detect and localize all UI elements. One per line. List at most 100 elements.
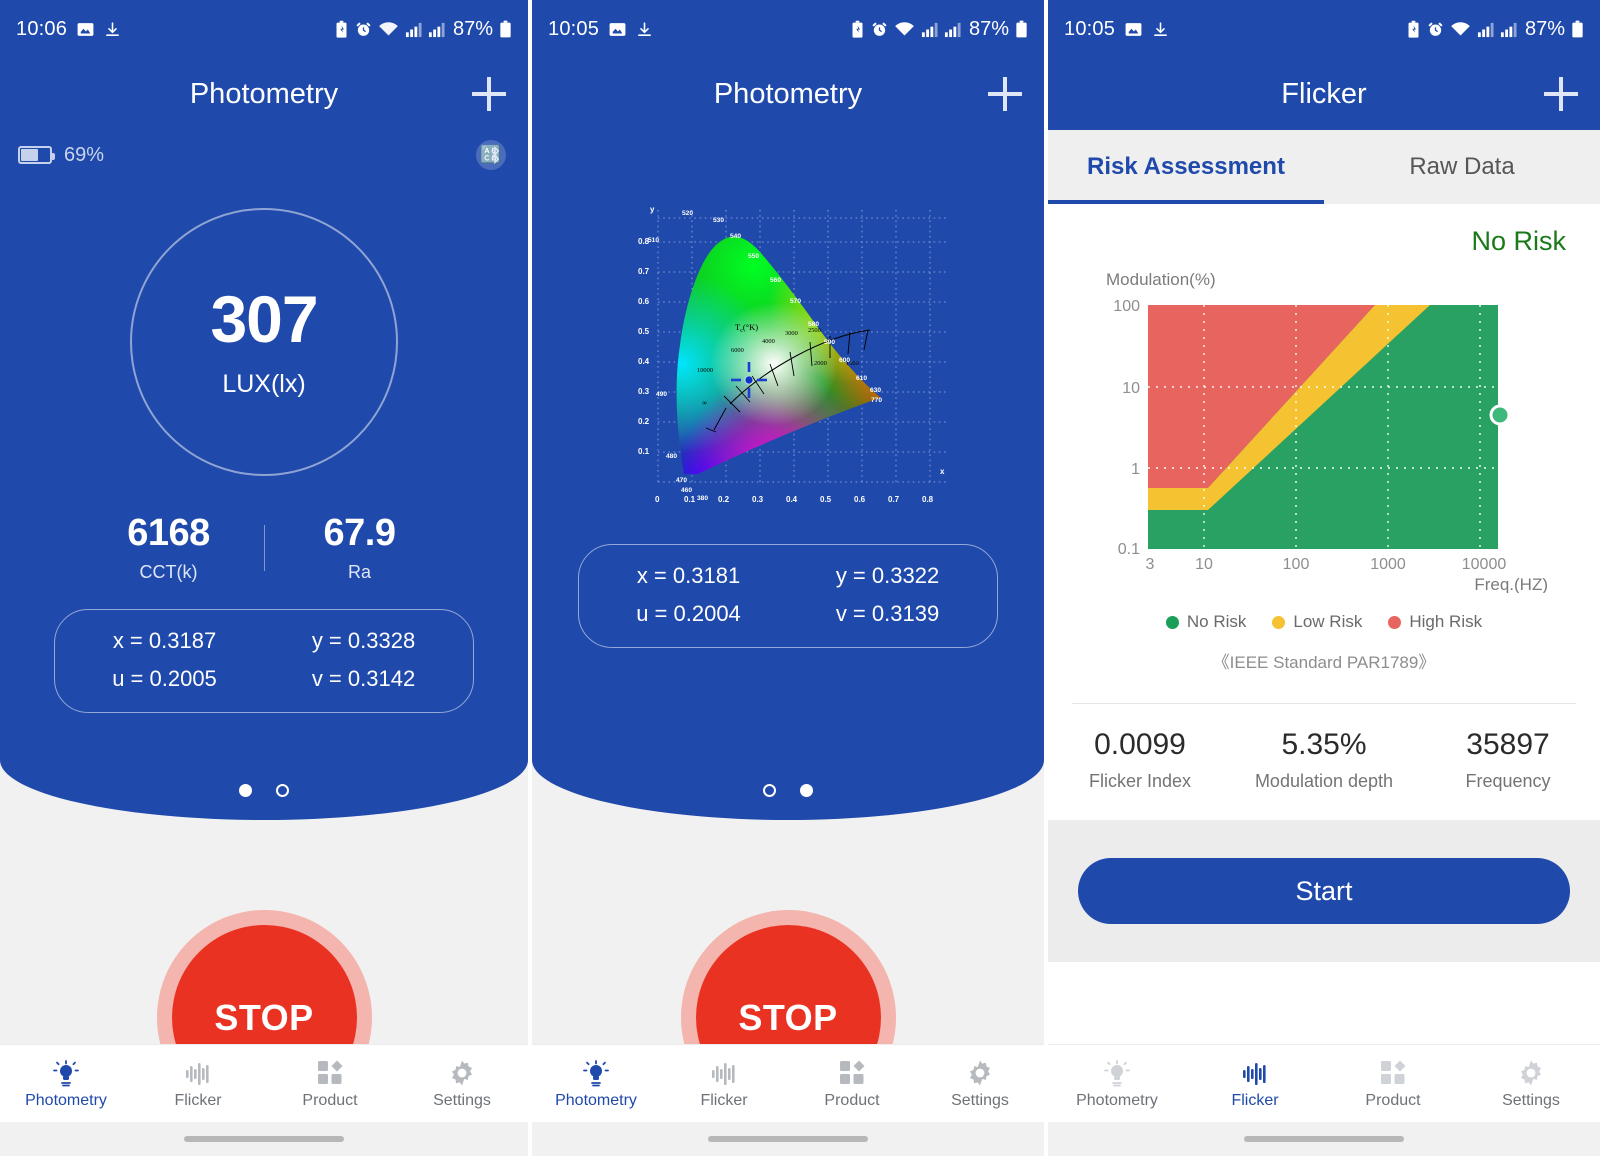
cie-gamut: [676, 236, 881, 475]
svg-text:380: 380: [697, 495, 708, 502]
nav-item-photometry[interactable]: Photometry: [1048, 1057, 1186, 1110]
svg-text:550: 550: [748, 253, 759, 260]
wifi-icon: [379, 21, 398, 35]
pager-dot-1[interactable]: [239, 784, 252, 797]
svg-text:590: 590: [824, 339, 835, 346]
gear-icon: [448, 1057, 476, 1087]
svg-text:y: y: [650, 205, 655, 214]
device-status-bar: 69% 🔠: [0, 130, 528, 170]
add-icon[interactable]: [988, 77, 1022, 111]
wifi-icon: [895, 21, 914, 35]
status-bar-left-3: 10:05: [1064, 18, 1169, 41]
phone-screen-photometry-cie: 10:05 87% Photometry 10000 6000 4000 300…: [532, 0, 1044, 1156]
tab-risk-assessment-label: Risk Assessment: [1087, 153, 1285, 180]
nav-item-flicker[interactable]: Flicker: [132, 1057, 264, 1110]
start-button[interactable]: Start: [1078, 858, 1570, 924]
nav-item-product[interactable]: Product: [264, 1057, 396, 1110]
stat-modulation-depth-label: Modulation depth: [1254, 771, 1394, 791]
svg-text:1000: 1000: [1370, 556, 1406, 573]
grid-icon: [1379, 1057, 1407, 1087]
pager-dot-1[interactable]: [763, 784, 776, 797]
legend-high-risk: High Risk: [1388, 612, 1482, 632]
nav-item-settings[interactable]: Settings: [396, 1057, 528, 1110]
add-icon[interactable]: [1544, 77, 1578, 111]
coord-y: y = 0.3328: [311, 628, 416, 653]
bottom-nav-wrap-3: Photometry Flicker Product Settings: [1048, 1044, 1600, 1156]
svg-text:560: 560: [770, 277, 781, 284]
status-bar-left-2: 10:05: [548, 18, 653, 41]
nav-item-photometry[interactable]: Photometry: [0, 1057, 132, 1110]
gesture-bar[interactable]: [1244, 1136, 1404, 1142]
lux-gauge: 307 LUX(lx): [130, 208, 398, 476]
alarm-icon: [1428, 21, 1443, 36]
svg-text:0.8: 0.8: [922, 495, 934, 504]
svg-text:1: 1: [1131, 461, 1140, 478]
legend-dot-high-risk: [1388, 615, 1402, 629]
status-bar-3: 10:05 87%: [1048, 0, 1600, 58]
nav-item-product[interactable]: Product: [788, 1057, 916, 1110]
signal-1-icon: [1477, 22, 1494, 37]
coord-v-2: v = 0.3139: [835, 601, 940, 626]
tab-risk-assessment[interactable]: Risk Assessment: [1048, 130, 1324, 204]
chart-zones: [1148, 305, 1498, 549]
cie-diagram-wrap: 10000 6000 4000 3000 2500 2000 1500 ∞ Tc…: [532, 130, 1044, 512]
start-area: Start: [1048, 820, 1600, 962]
nav-item-flicker[interactable]: Flicker: [1186, 1057, 1324, 1110]
flicker-content: No Risk Modulation(%) 100 10 1 0.1 3 10 …: [1048, 204, 1600, 1118]
coord-y-2: y = 0.3322: [835, 563, 940, 588]
lightbulb-icon: [1103, 1057, 1131, 1087]
legend-low-risk: Low Risk: [1272, 612, 1362, 632]
gesture-bar[interactable]: [708, 1136, 868, 1142]
nav-item-photometry[interactable]: Photometry: [532, 1057, 660, 1110]
nav-label-photometry: Photometry: [1076, 1092, 1158, 1109]
signal-2-icon: [944, 22, 961, 37]
chart-xlabel: Freq.(HZ): [1474, 575, 1548, 593]
svg-text:0: 0: [655, 495, 660, 504]
gesture-bar[interactable]: [184, 1136, 344, 1142]
cie-chromaticity-chart: 10000 6000 4000 3000 2500 2000 1500 ∞ Tc…: [638, 205, 948, 504]
nav-item-product[interactable]: Product: [1324, 1057, 1462, 1110]
tab-raw-data[interactable]: Raw Data: [1324, 130, 1600, 204]
nav-item-settings[interactable]: Settings: [916, 1057, 1044, 1110]
svg-text:480: 480: [666, 453, 677, 460]
svg-text:0.6: 0.6: [638, 297, 650, 306]
svg-text:540: 540: [730, 233, 741, 240]
svg-text:2000: 2000: [814, 360, 827, 367]
gesture-bar-area-2: [532, 1122, 1044, 1156]
nav-label-flicker: Flicker: [174, 1092, 222, 1109]
svg-text:10000: 10000: [697, 367, 713, 374]
download-icon: [1154, 21, 1168, 36]
svg-text:4000: 4000: [762, 338, 775, 345]
stat-flicker-index: 0.0099 Flicker Index: [1048, 728, 1232, 792]
svg-text:770: 770: [871, 397, 882, 404]
nav-item-flicker[interactable]: Flicker: [660, 1057, 788, 1110]
gear-icon: [1517, 1057, 1545, 1087]
flicker-risk-chart: Modulation(%) 100 10 1 0.1 3 10 100 1000…: [1106, 270, 1548, 594]
measurement-point: [1489, 404, 1511, 426]
flicker-risk-chart-box: Modulation(%) 100 10 1 0.1 3 10 100 1000…: [1048, 257, 1600, 598]
status-battery-percent: 87%: [452, 17, 493, 40]
svg-text:0.1: 0.1: [684, 495, 696, 504]
bluetooth-icon[interactable]: 🔠: [476, 140, 506, 170]
app-bar-3: Flicker: [1048, 58, 1600, 130]
page-title-2: Photometry: [713, 77, 863, 110]
legend-no-risk: No Risk: [1165, 612, 1246, 632]
svg-text:10000: 10000: [1462, 556, 1507, 573]
nav-item-settings[interactable]: Settings: [1462, 1057, 1600, 1110]
coord-x-2: x = 0.3181: [636, 563, 741, 588]
svg-text:490: 490: [656, 391, 667, 398]
stat-modulation-depth: 5.35% Modulation depth: [1232, 728, 1416, 792]
waveform-icon: [1241, 1057, 1269, 1087]
pager-dot-2[interactable]: [800, 784, 813, 797]
svg-text:100: 100: [1113, 298, 1140, 315]
svg-text:0.5: 0.5: [638, 327, 650, 336]
pager-dot-2[interactable]: [276, 784, 289, 797]
svg-text:610: 610: [856, 375, 867, 382]
svg-text:100: 100: [1283, 556, 1310, 573]
tab-raw-data-label: Raw Data: [1409, 153, 1515, 180]
nav-label-photometry: Photometry: [25, 1092, 107, 1109]
image-icon: [77, 22, 94, 36]
add-icon[interactable]: [472, 77, 506, 111]
divider: [1072, 703, 1576, 704]
status-battery-percent-3: 87%: [1524, 17, 1565, 40]
